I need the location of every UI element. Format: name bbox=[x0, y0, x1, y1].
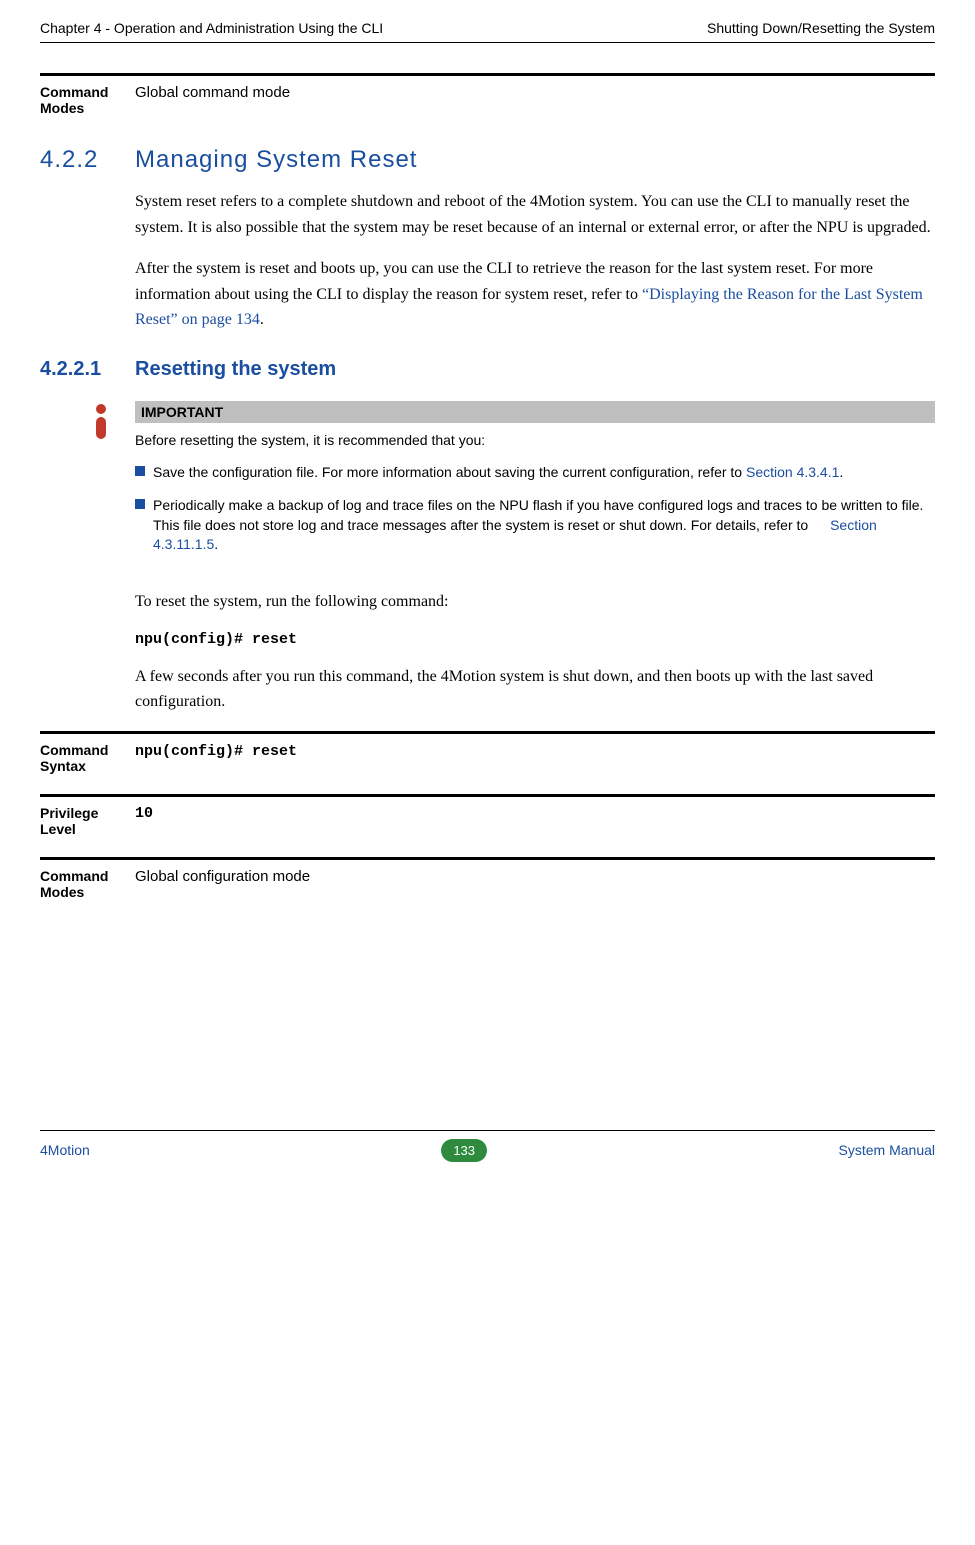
footer-right: System Manual bbox=[839, 1142, 935, 1158]
page-header: Chapter 4 - Operation and Administration… bbox=[40, 20, 935, 43]
privilege-level-label: Privilege Level bbox=[40, 805, 135, 837]
command-modes-block-bottom: Command Modes Global configuration mode bbox=[40, 857, 935, 900]
paragraph: System reset refers to a complete shutdo… bbox=[135, 189, 935, 240]
command-modes-label: Command Modes bbox=[40, 868, 135, 900]
list-item: Save the configuration file. For more in… bbox=[135, 463, 935, 483]
subsection-number: 4.2.2.1 bbox=[40, 358, 135, 381]
privilege-level-block: Privilege Level 10 bbox=[40, 794, 935, 837]
subsection-title: Resetting the system bbox=[135, 358, 336, 381]
section-number: 4.2.2 bbox=[40, 146, 135, 174]
list-item: Periodically make a backup of log and tr… bbox=[135, 496, 935, 555]
footer-left: 4Motion bbox=[40, 1142, 90, 1158]
command-modes-value: Global configuration mode bbox=[135, 868, 310, 900]
cross-reference-link[interactable]: Section 4.3.4.1 bbox=[746, 464, 839, 480]
section-heading: 4.2.2 Managing System Reset bbox=[40, 146, 935, 174]
command-syntax-value: npu(config)# reset bbox=[135, 743, 297, 760]
important-callout: IMPORTANT Before resetting the system, i… bbox=[90, 401, 935, 569]
command-example: npu(config)# reset bbox=[135, 631, 935, 648]
section-title: Managing System Reset bbox=[135, 146, 417, 174]
page-footer: 4Motion 133 System Manual bbox=[40, 1130, 935, 1162]
header-right: Shutting Down/Resetting the System bbox=[707, 20, 935, 36]
command-syntax-label: Command Syntax bbox=[40, 742, 135, 774]
list-item-text: Periodically make a backup of log and tr… bbox=[153, 497, 923, 533]
command-syntax-block: Command Syntax npu(config)# reset bbox=[40, 731, 935, 774]
important-header: IMPORTANT bbox=[135, 401, 935, 423]
bullet-icon bbox=[135, 499, 145, 509]
list-item-text: . bbox=[839, 464, 843, 480]
paragraph: A few seconds after you run this command… bbox=[135, 664, 935, 715]
header-left: Chapter 4 - Operation and Administration… bbox=[40, 20, 383, 36]
command-modes-value: Global command mode bbox=[135, 84, 290, 116]
paragraph-text: . bbox=[260, 311, 264, 328]
paragraph: After the system is reset and boots up, … bbox=[135, 256, 935, 333]
list-item-text: Save the configuration file. For more in… bbox=[153, 464, 746, 480]
bullet-icon bbox=[135, 466, 145, 476]
subsection-heading: 4.2.2.1 Resetting the system bbox=[40, 358, 935, 381]
page-number-badge: 133 bbox=[441, 1139, 487, 1162]
list-item-text: . bbox=[214, 536, 218, 552]
privilege-level-value: 10 bbox=[135, 805, 153, 837]
important-intro: Before resetting the system, it is recom… bbox=[135, 431, 935, 451]
paragraph: To reset the system, run the following c… bbox=[135, 589, 935, 615]
command-modes-label: Command Modes bbox=[40, 84, 135, 116]
info-icon bbox=[90, 401, 135, 569]
command-modes-block-top: Command Modes Global command mode bbox=[40, 73, 935, 116]
